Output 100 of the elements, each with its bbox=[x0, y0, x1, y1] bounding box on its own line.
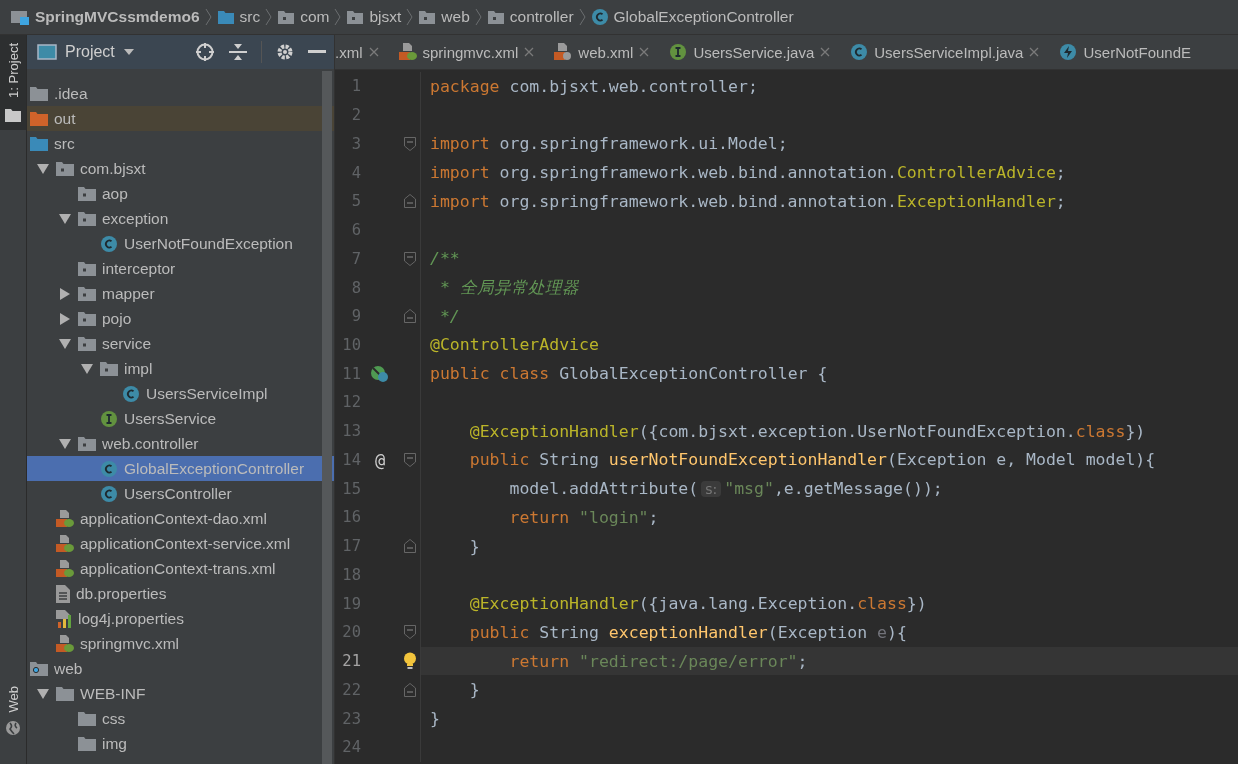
fold-marker-icon[interactable] bbox=[403, 539, 416, 554]
tree-item[interactable]: web bbox=[27, 656, 334, 681]
fold-marker-icon[interactable] bbox=[403, 136, 416, 151]
folder-icon[interactable] bbox=[5, 107, 21, 122]
breadcrumb-item[interactable]: web bbox=[418, 8, 470, 26]
lightbulb-icon[interactable] bbox=[402, 652, 417, 671]
tree-item[interactable]: mapper bbox=[27, 281, 334, 306]
line-number: 23 bbox=[341, 709, 361, 728]
tree-item[interactable]: img bbox=[27, 731, 334, 756]
settings-icon[interactable] bbox=[276, 43, 294, 61]
tree-item[interactable]: pojo bbox=[27, 306, 334, 331]
tree-item[interactable]: WEB-INF bbox=[27, 681, 334, 706]
class-icon bbox=[100, 234, 118, 253]
caret-down-icon[interactable] bbox=[59, 213, 71, 224]
code-line: */ bbox=[438, 306, 460, 326]
folder-icon bbox=[346, 9, 365, 25]
spring-file-icon bbox=[56, 534, 74, 553]
tree-item[interactable]: src bbox=[27, 131, 334, 156]
folder-icon bbox=[56, 686, 74, 701]
chevron-separator-icon bbox=[334, 8, 342, 26]
caret-down-icon[interactable] bbox=[37, 163, 49, 174]
code-line: /** bbox=[430, 249, 460, 269]
close-icon[interactable] bbox=[820, 47, 831, 57]
breadcrumb-item[interactable]: SpringMVCssmdemo6 bbox=[10, 8, 200, 26]
close-icon[interactable] bbox=[1029, 47, 1040, 57]
tree-item[interactable]: db.properties bbox=[27, 581, 334, 606]
close-icon[interactable] bbox=[368, 47, 379, 57]
tree-item[interactable]: log4j.properties bbox=[27, 606, 334, 631]
package-folder-icon bbox=[78, 311, 96, 326]
breadcrumb-item[interactable]: com bbox=[277, 8, 330, 26]
fold-marker-icon[interactable] bbox=[403, 251, 416, 266]
caret-down-icon[interactable] bbox=[59, 338, 71, 349]
class-icon bbox=[590, 8, 609, 26]
tree-item[interactable]: applicationContext-dao.xml bbox=[27, 506, 334, 531]
chevron-separator-icon bbox=[474, 8, 482, 26]
breadcrumb-item[interactable]: GlobalExceptionController bbox=[590, 8, 794, 26]
tree-item[interactable]: service bbox=[27, 331, 334, 356]
tree-item[interactable]: com.bjsxt bbox=[27, 156, 334, 181]
tree-item[interactable]: impl bbox=[27, 356, 334, 381]
minimize-icon[interactable] bbox=[308, 50, 326, 54]
locate-icon[interactable] bbox=[195, 42, 215, 62]
tree-item[interactable]: aop bbox=[27, 181, 334, 206]
fold-marker-icon[interactable] bbox=[403, 682, 416, 697]
close-icon[interactable] bbox=[524, 47, 535, 57]
web-tool-tab[interactable]: Web bbox=[5, 685, 21, 712]
tree-item[interactable]: applicationContext-trans.xml bbox=[27, 556, 334, 581]
line-number: 10 bbox=[341, 335, 361, 354]
folder-icon bbox=[418, 9, 437, 25]
interface-icon bbox=[100, 409, 118, 428]
fold-marker-icon[interactable] bbox=[403, 452, 416, 467]
collapse-all-icon[interactable] bbox=[229, 42, 247, 62]
tree-item[interactable]: interceptor bbox=[27, 256, 334, 281]
close-icon[interactable] bbox=[639, 47, 650, 57]
breadcrumb-item[interactable]: controller bbox=[486, 8, 574, 26]
code-line: } bbox=[430, 709, 440, 728]
tree-item[interactable]: springmvc.xml bbox=[27, 631, 334, 656]
class-icon bbox=[100, 459, 118, 478]
caret-down-icon[interactable] bbox=[59, 438, 71, 449]
editor-tab[interactable]: UsersServiceImpl.java bbox=[840, 35, 1050, 69]
editor-tab[interactable]: UsersService.java bbox=[659, 35, 841, 69]
tree-item[interactable]: exception bbox=[27, 206, 334, 231]
line-number: 20 bbox=[341, 623, 361, 642]
line-number: 15 bbox=[341, 479, 361, 498]
lightning-icon bbox=[1059, 43, 1078, 61]
tree-item[interactable]: applicationContext-service.xml bbox=[27, 531, 334, 556]
editor-tab[interactable]: springmvc.xml bbox=[388, 35, 545, 69]
editor-tab[interactable]: web.xml bbox=[544, 35, 660, 69]
project-view-dropdown[interactable]: Project bbox=[37, 43, 135, 61]
package-folder-icon bbox=[78, 261, 96, 276]
editor-tab[interactable]: .xml bbox=[335, 35, 389, 69]
caret-right-icon[interactable] bbox=[60, 312, 70, 325]
line-number: 2 bbox=[350, 106, 361, 125]
caret-down-icon[interactable] bbox=[37, 688, 49, 699]
tree-item[interactable]: web.controller bbox=[27, 431, 334, 456]
tree-item[interactable]: out bbox=[27, 106, 334, 131]
caret-right-icon[interactable] bbox=[60, 287, 70, 300]
tree-item[interactable]: UsersService bbox=[27, 406, 334, 431]
fold-marker-icon[interactable] bbox=[403, 309, 416, 324]
code-line: return "redirect:/page/error"; bbox=[508, 651, 808, 671]
scrollbar[interactable] bbox=[322, 71, 332, 764]
fold-marker-icon[interactable] bbox=[403, 625, 416, 640]
breadcrumb-item[interactable]: bjsxt bbox=[346, 8, 402, 26]
bean-icon[interactable] bbox=[370, 364, 390, 383]
fold-marker-icon[interactable] bbox=[403, 194, 416, 209]
override-mark[interactable]: @ bbox=[374, 449, 386, 470]
code-line: model.addAttribute( s: "msg",e.getMessage()); bbox=[508, 479, 943, 499]
editor-tab[interactable]: UserNotFoundE bbox=[1049, 35, 1202, 69]
line-number: 7 bbox=[350, 249, 361, 268]
breadcrumb-item[interactable]: src bbox=[216, 8, 261, 26]
tree-item[interactable]: UsersServiceImpl bbox=[27, 381, 334, 406]
globe-icon[interactable] bbox=[5, 720, 21, 736]
tree-item[interactable]: css bbox=[27, 706, 334, 731]
chevron-separator-icon bbox=[578, 8, 586, 26]
tree-item[interactable]: UserNotFoundException bbox=[27, 231, 334, 256]
web-file-icon bbox=[554, 43, 573, 61]
line-number: 3 bbox=[350, 134, 361, 153]
caret-down-icon[interactable] bbox=[81, 363, 93, 374]
tree-item[interactable]: UsersController bbox=[27, 481, 334, 506]
package-folder-icon bbox=[78, 436, 96, 451]
tree-item[interactable]: .idea bbox=[27, 81, 334, 106]
